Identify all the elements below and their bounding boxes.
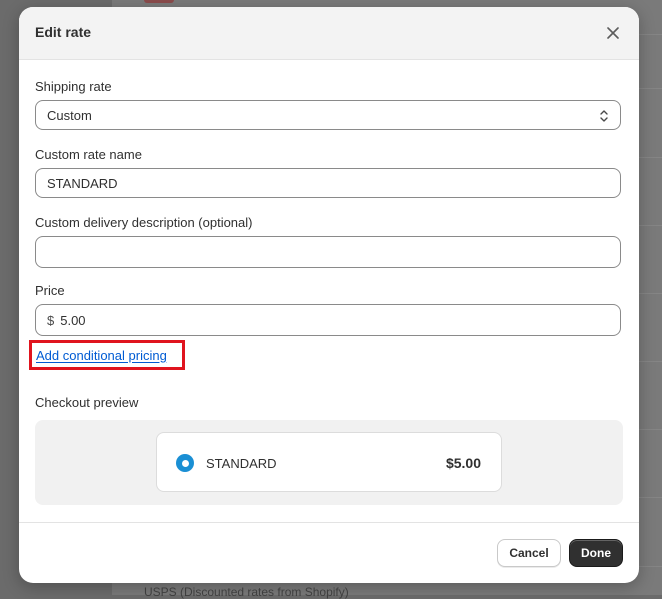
- shipping-rate-select[interactable]: Custom: [35, 100, 621, 130]
- price-label: Price: [35, 283, 65, 298]
- checkout-preview-label: Checkout preview: [35, 395, 139, 410]
- shipping-rate-label: Shipping rate: [35, 79, 112, 94]
- currency-prefix: $: [47, 312, 55, 328]
- modal-header: Edit rate: [19, 7, 639, 60]
- close-icon: [607, 27, 619, 39]
- custom-rate-name-value: STANDARD: [47, 175, 118, 191]
- price-input[interactable]: $ 5.00: [35, 304, 621, 336]
- close-button[interactable]: [603, 23, 623, 43]
- price-value: 5.00: [60, 312, 86, 328]
- custom-rate-name-label: Custom rate name: [35, 147, 142, 162]
- radio-selected-icon: [176, 454, 194, 472]
- delivery-description-input[interactable]: [35, 236, 621, 268]
- checkout-preview-area: STANDARD $5.00: [35, 420, 623, 505]
- background-footer-text: USPS (Discounted rates from Shopify): [144, 585, 349, 599]
- select-arrows-icon: [600, 110, 608, 122]
- shipping-rate-value: Custom: [47, 107, 92, 123]
- preview-rate-name: STANDARD: [206, 456, 277, 471]
- highlight-box: Add conditional pricing: [29, 340, 185, 370]
- preview-rate-card: STANDARD $5.00: [156, 432, 502, 492]
- modal-footer: Cancel Done: [19, 522, 639, 583]
- done-button[interactable]: Done: [569, 539, 623, 567]
- custom-rate-name-input[interactable]: STANDARD: [35, 168, 621, 198]
- modal-title: Edit rate: [35, 24, 92, 40]
- edit-rate-modal: Edit rate Shipping rate Custom Custom ra…: [19, 7, 639, 583]
- delivery-description-label: Custom delivery description (optional): [35, 215, 253, 230]
- background-badge: [144, 0, 174, 3]
- add-conditional-pricing-link[interactable]: Add conditional pricing: [36, 348, 167, 363]
- cancel-button[interactable]: Cancel: [497, 539, 561, 567]
- preview-rate-price: $5.00: [445, 455, 481, 471]
